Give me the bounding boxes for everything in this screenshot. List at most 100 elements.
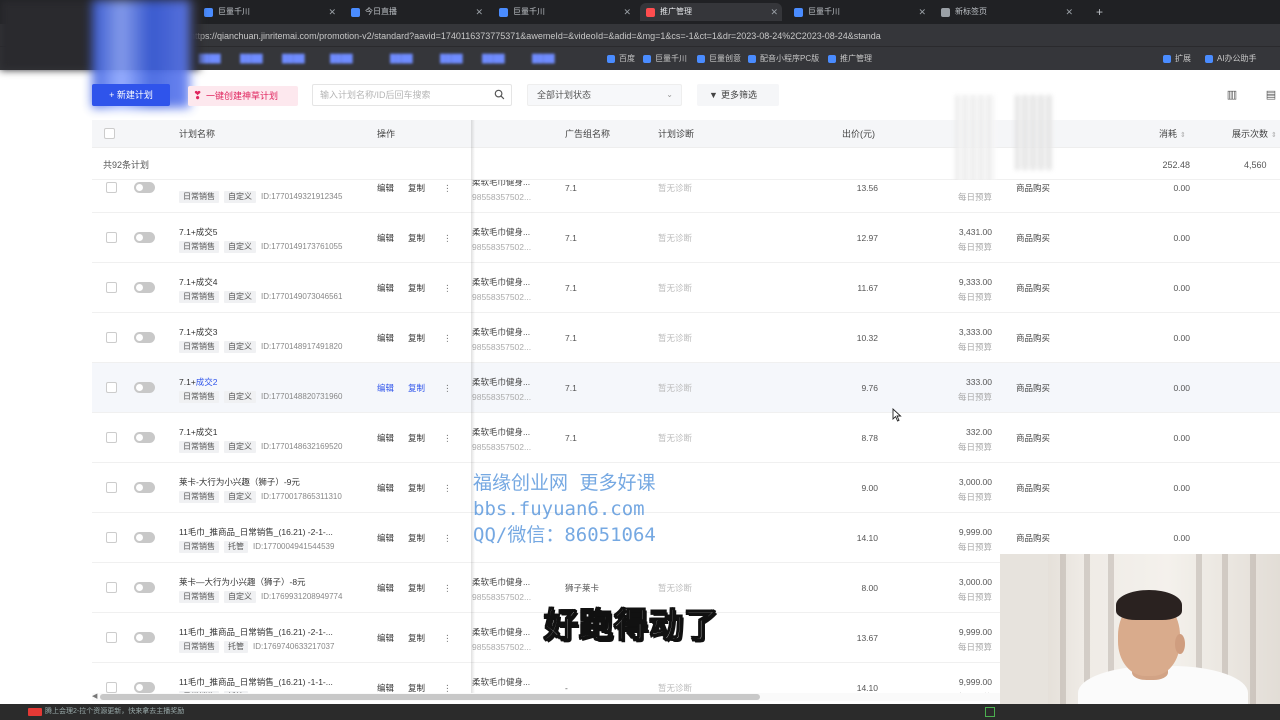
plan-status-toggle[interactable] — [134, 182, 155, 193]
row-checkbox[interactable] — [106, 382, 117, 393]
browser-tab[interactable]: 巨量千川 ✕ — [198, 3, 340, 21]
plan-name-link[interactable]: 成交2 — [196, 377, 218, 387]
close-icon[interactable]: ✕ — [328, 3, 336, 21]
plan-name[interactable]: 11毛巾_推商品_日常销售_(16.21) -2-1-... — [179, 526, 369, 538]
edit-button[interactable]: 编辑 — [377, 182, 394, 194]
copy-button[interactable]: 复制 — [408, 432, 425, 444]
bid-value[interactable]: 14.10 — [792, 532, 878, 544]
copy-button[interactable]: 复制 — [408, 582, 425, 594]
row-checkbox[interactable] — [106, 632, 117, 643]
edit-button[interactable]: 编辑 — [377, 632, 394, 644]
copy-button[interactable]: 复制 — [408, 182, 425, 194]
bid-value[interactable]: 9.76 — [792, 382, 878, 394]
row-checkbox[interactable] — [106, 482, 117, 493]
edit-button[interactable]: 编辑 — [377, 532, 394, 544]
plan-status-toggle[interactable] — [134, 632, 155, 643]
daily-budget-value[interactable]: 332.00 — [892, 426, 992, 438]
plan-search-box[interactable] — [312, 84, 512, 106]
plan-name[interactable]: 7.1+成交3 — [179, 326, 369, 338]
more-icon[interactable]: ⋮ — [443, 332, 452, 344]
daily-budget-value[interactable]: 9,333.00 — [892, 276, 992, 288]
sort-icon[interactable]: ⇕ — [1180, 132, 1186, 139]
bookmark-item[interactable]: 配音小程序PC版 — [748, 53, 819, 65]
copy-button[interactable]: 复制 — [408, 532, 425, 544]
daily-budget-value[interactable]: 3,000.00 — [892, 576, 992, 588]
bookmark-item[interactable]: 扩展 — [1163, 53, 1191, 65]
bid-value[interactable]: 13.67 — [792, 632, 878, 644]
table-row[interactable]: 日常销售 自定义 ID:1770149321912345 编辑 复制 ⋮ 柔软毛巾健身...… — [92, 180, 1280, 213]
edit-button[interactable]: 编辑 — [377, 232, 394, 244]
bid-value[interactable]: 11.67 — [792, 282, 878, 294]
browser-tab[interactable]: 巨量千川 ✕ — [493, 3, 635, 21]
edit-button[interactable]: 编辑 — [377, 432, 394, 444]
row-checkbox[interactable] — [106, 682, 117, 693]
more-icon[interactable]: ⋮ — [443, 582, 452, 594]
one-click-create-button[interactable]: ❣ 一键创建神草计划 — [188, 86, 298, 106]
daily-budget-value[interactable]: 3,333.00 — [892, 326, 992, 338]
plan-status-toggle[interactable] — [134, 282, 155, 293]
close-icon[interactable]: ✕ — [918, 3, 926, 21]
plan-name[interactable]: 莱卡—大行为小兴趣（狮子）-8元 — [179, 576, 369, 588]
new-tab-button[interactable]: + — [1092, 3, 1103, 21]
edit-button[interactable]: 编辑 — [377, 582, 394, 594]
browser-tab[interactable]: 新标签页 ✕ — [935, 3, 1077, 21]
table-row[interactable]: 7.1+成交1 日常销售 自定义 ID:1770148632169520 编辑 复制 ⋮ 柔软… — [92, 413, 1280, 463]
row-checkbox[interactable] — [106, 332, 117, 343]
browser-tab[interactable]: 巨量千川 ✕ — [788, 3, 930, 21]
bid-value[interactable]: 8.78 — [792, 432, 878, 444]
row-checkbox[interactable] — [106, 282, 117, 293]
new-plan-button[interactable]: + 新建计划 — [92, 84, 170, 106]
column-settings-icon[interactable]: ▥ — [1223, 86, 1241, 104]
close-icon[interactable]: ✕ — [770, 3, 778, 21]
plan-status-toggle[interactable] — [134, 332, 155, 343]
plan-name[interactable]: 7.1+成交1 — [179, 426, 369, 438]
url-field[interactable]: https://qianchuan.jinritemai.com/promoti… — [190, 29, 1050, 43]
row-checkbox[interactable] — [106, 182, 117, 193]
bid-value[interactable]: 10.32 — [792, 332, 878, 344]
more-icon[interactable]: ⋮ — [443, 382, 452, 394]
copy-button[interactable]: 复制 — [408, 332, 425, 344]
plan-name[interactable]: 7.1+成交5 — [179, 226, 369, 238]
plan-status-toggle[interactable] — [134, 232, 155, 243]
plan-name[interactable]: 11毛巾_推商品_日常销售_(16.21) -1-1-... — [179, 676, 369, 688]
tray-icon[interactable] — [985, 707, 995, 717]
daily-budget-value[interactable]: 9,999.00 — [892, 526, 992, 538]
bid-value[interactable]: 12.97 — [792, 232, 878, 244]
scrollbar-thumb[interactable] — [100, 694, 760, 700]
copy-button[interactable]: 复制 — [408, 382, 425, 394]
bookmark-item[interactable]: 巨量创意 — [697, 53, 741, 65]
plan-name[interactable]: 7.1+成交4 — [179, 276, 369, 288]
edit-button[interactable]: 编辑 — [377, 282, 394, 294]
bookmark-item[interactable]: AI办公助手 — [1205, 53, 1257, 65]
plan-status-select[interactable]: 全部计划状态 ⌄ — [527, 84, 682, 106]
table-row[interactable]: 7.1+成交2 日常销售 自定义 ID:1770148820731960 编辑 复制 ⋮ 柔软… — [92, 363, 1280, 413]
plan-name[interactable]: 莱卡-大行为小兴趣（狮子）-9元 — [179, 476, 369, 488]
daily-budget-value[interactable]: 3,000.00 — [892, 476, 992, 488]
more-icon[interactable]: ⋮ — [443, 232, 452, 244]
search-icon[interactable] — [494, 89, 505, 100]
plan-status-toggle[interactable] — [134, 682, 155, 693]
daily-budget-value[interactable]: 9,999.00 — [892, 626, 992, 638]
scroll-left-icon[interactable]: ◀ — [92, 692, 97, 700]
bookmark-item[interactable]: 巨量千川 — [643, 53, 687, 65]
bid-value[interactable]: 8.00 — [792, 582, 878, 594]
copy-button[interactable]: 复制 — [408, 482, 425, 494]
plan-status-toggle[interactable] — [134, 532, 155, 543]
more-icon[interactable]: ⋮ — [443, 482, 452, 494]
copy-button[interactable]: 复制 — [408, 232, 425, 244]
bid-value[interactable]: 13.56 — [792, 182, 878, 194]
daily-budget-value[interactable]: 333.00 — [892, 376, 992, 388]
table-row[interactable]: 7.1+成交4 日常销售 自定义 ID:1770149073046561 编辑 复制 ⋮ 柔软… — [92, 263, 1280, 313]
plan-name[interactable]: 7.1+成交2 — [179, 376, 369, 388]
row-checkbox[interactable] — [106, 582, 117, 593]
plan-search-input[interactable] — [313, 85, 483, 105]
plan-status-toggle[interactable] — [134, 382, 155, 393]
row-checkbox[interactable] — [106, 532, 117, 543]
more-icon[interactable]: ⋮ — [443, 282, 452, 294]
daily-budget-value[interactable]: 3,431.00 — [892, 226, 992, 238]
sort-icon[interactable]: ⇕ — [1271, 132, 1277, 139]
plan-name[interactable]: 11毛巾_推商品_日常销售_(16.21) -2-1-... — [179, 626, 369, 638]
edit-button[interactable]: 编辑 — [377, 332, 394, 344]
more-icon[interactable]: ⋮ — [443, 632, 452, 644]
select-all-checkbox[interactable] — [104, 128, 115, 139]
